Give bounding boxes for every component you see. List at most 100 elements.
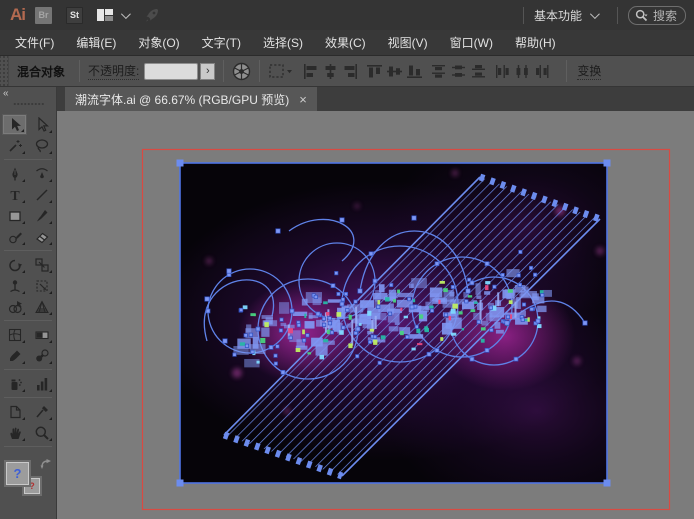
workspace-switcher[interactable]: 基本功能 (534, 7, 607, 24)
artboard-tool[interactable] (2, 401, 27, 422)
artwork-canvas (57, 111, 694, 518)
opacity-label[interactable]: 不透明度: (88, 62, 139, 80)
toolbar-separator (4, 446, 52, 447)
menu-object[interactable]: 对象(O) (127, 30, 190, 55)
gradient-tool-icon (34, 327, 50, 343)
divider (79, 60, 80, 82)
arrange-documents-icon[interactable] (97, 9, 113, 21)
selection-tool[interactable] (2, 114, 27, 135)
panel-grip[interactable] (0, 56, 9, 86)
align-group (366, 63, 423, 80)
column-graph-tool[interactable] (29, 373, 54, 394)
distribute-horizontal-left-icon[interactable] (494, 63, 511, 80)
chevron-down-icon[interactable] (121, 9, 131, 19)
workspace-label: 基本功能 (534, 7, 582, 24)
search-placeholder: 搜索 (653, 7, 677, 24)
menu-edit[interactable]: 编辑(E) (65, 30, 127, 55)
distribute-horizontal-right-icon[interactable] (534, 63, 551, 80)
menu-view[interactable]: 视图(V) (377, 30, 439, 55)
transform-link[interactable]: 变换 (577, 62, 601, 80)
toolbar-separator (4, 250, 52, 251)
type-tool[interactable]: T (2, 184, 27, 205)
selection-context-label: 混合对象 (17, 63, 65, 80)
shaper-tool[interactable] (2, 226, 27, 247)
pen-tool[interactable] (2, 163, 27, 184)
blend-tool[interactable] (29, 345, 54, 366)
menu-effect[interactable]: 效果(C) (314, 30, 377, 55)
align-vertical-center-icon[interactable] (386, 63, 403, 80)
align-horizontal-center-icon[interactable] (322, 63, 339, 80)
rotate-tool[interactable] (2, 254, 27, 275)
curvature-tool[interactable] (29, 163, 54, 184)
menu-window[interactable]: 窗口(W) (439, 30, 504, 55)
illustrator-window: Ai Br St 基本功能 搜索 文件(F) 编辑( (0, 0, 694, 519)
direct-selection-tool-icon (34, 117, 50, 133)
recolor-artwork-icon[interactable] (232, 62, 251, 81)
distribute-vertical-top-icon[interactable] (430, 63, 447, 80)
shape-builder-tool[interactable] (2, 296, 27, 317)
close-document-icon[interactable]: × (299, 93, 307, 106)
eraser-tool[interactable] (29, 226, 54, 247)
lasso-tool[interactable] (29, 135, 54, 156)
fill-swatch[interactable]: ? (4, 460, 31, 487)
distribute-vertical-bottom-icon[interactable] (470, 63, 487, 80)
menu-file[interactable]: 文件(F) (4, 30, 65, 55)
magic-wand-tool[interactable] (2, 135, 27, 156)
divider (617, 7, 618, 24)
opacity-input[interactable] (144, 63, 198, 80)
align-right-icon[interactable] (342, 63, 359, 80)
distribute-group (494, 63, 551, 80)
document-tab-bar: « 潮流字体.ai @ 66.67% (RGB/GPU 预览) × (0, 87, 694, 111)
scale-tool[interactable] (29, 254, 54, 275)
stock-button[interactable]: St (66, 7, 83, 24)
perspective-grid-tool[interactable] (29, 296, 54, 317)
rectangle-tool[interactable] (2, 205, 27, 226)
distribute-group (430, 63, 487, 80)
mesh-tool[interactable] (2, 324, 27, 345)
menu-select[interactable]: 选择(S) (252, 30, 314, 55)
document-tab[interactable]: 潮流字体.ai @ 66.67% (RGB/GPU 预览) × (65, 87, 317, 111)
menu-type[interactable]: 文字(T) (191, 30, 252, 55)
document-title: 潮流字体.ai @ 66.67% (RGB/GPU 预览) (75, 91, 289, 108)
placed-image (152, 131, 687, 516)
divider (566, 60, 567, 82)
eyedropper-tool-icon (7, 348, 23, 364)
search-input[interactable]: 搜索 (628, 6, 686, 25)
paintbrush-tool[interactable] (29, 205, 54, 226)
menu-bar: 文件(F) 编辑(E) 对象(O) 文字(T) 选择(S) 效果(C) 视图(V… (0, 30, 694, 56)
eyedropper-tool[interactable] (2, 345, 27, 366)
app-bar: Ai Br St 基本功能 搜索 (0, 0, 694, 30)
gradient-tool[interactable] (29, 324, 54, 345)
panel-drag-grip[interactable] (13, 102, 45, 106)
divider (223, 60, 224, 82)
bridge-button[interactable]: Br (35, 7, 52, 24)
type-tool-icon: T (7, 187, 23, 203)
hand-tool[interactable] (2, 422, 27, 443)
puppet-warp-tool[interactable] (2, 275, 27, 296)
canvas-viewport[interactable] (57, 111, 694, 519)
control-bar: 混合对象 不透明度: › (0, 56, 694, 87)
symbol-sprayer-tool[interactable] (2, 373, 27, 394)
line-segment-tool[interactable] (29, 184, 54, 205)
align-top-icon[interactable] (366, 63, 383, 80)
illustrator-logo: Ai (10, 5, 25, 25)
shaper-tool-icon (7, 229, 23, 245)
direct-selection-tool[interactable] (29, 114, 54, 135)
selection-tool-icon (7, 117, 23, 133)
opacity-flyout-button[interactable]: › (200, 63, 215, 80)
slice-tool[interactable] (29, 401, 54, 422)
free-transform-tool[interactable] (29, 275, 54, 296)
align-bottom-icon[interactable] (406, 63, 423, 80)
toolbar-separator (4, 159, 52, 160)
select-similar-icon[interactable] (268, 62, 294, 80)
swap-fill-stroke-icon[interactable] (40, 458, 53, 470)
distribute-horizontal-center-icon[interactable] (514, 63, 531, 80)
blend-tool-icon (34, 348, 50, 364)
divider (523, 7, 524, 24)
align-left-icon[interactable] (302, 63, 319, 80)
distribute-vertical-center-icon[interactable] (450, 63, 467, 80)
menu-help[interactable]: 帮助(H) (504, 30, 567, 55)
zoom-tool[interactable] (29, 422, 54, 443)
zoom-tool-icon (34, 425, 50, 441)
collapse-panel-icon[interactable]: « (3, 88, 9, 99)
